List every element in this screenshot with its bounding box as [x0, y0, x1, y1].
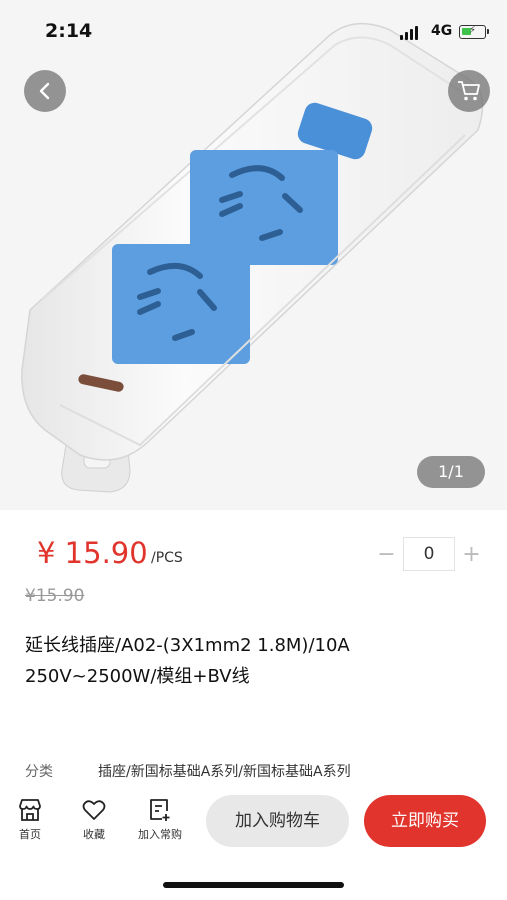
- nav-add-frequent[interactable]: 加入常购: [130, 798, 190, 842]
- product-title: 延长线插座/A02-(3X1mm2 1.8M)/10A 250V~2500W/模…: [25, 635, 350, 687]
- add-to-cart-button[interactable]: 加入购物车: [206, 795, 349, 847]
- status-bar: 2:14 4G ⚡: [0, 0, 507, 62]
- home-indicator: [163, 882, 344, 888]
- chevron-left-icon: [39, 82, 50, 100]
- product-image[interactable]: 1/1: [0, 0, 507, 510]
- quantity-stepper: − 0 +: [370, 535, 488, 573]
- network-type: 4G: [431, 23, 453, 39]
- battery-icon: ⚡: [459, 25, 489, 39]
- signal-icon: [400, 26, 418, 40]
- category-label: 分类: [25, 764, 53, 780]
- category-row: 分类 插座/新国标基础A系列/新国标基础A系列: [25, 761, 351, 781]
- status-time: 2:14: [45, 20, 93, 42]
- decrease-button[interactable]: −: [370, 542, 403, 567]
- back-button[interactable]: [24, 70, 66, 112]
- price-unit: /PCS: [151, 550, 183, 566]
- store-icon: [19, 799, 41, 821]
- nav-home[interactable]: 首页: [0, 798, 60, 842]
- bottom-action-bar: 首页 收藏 加入常购 加入购物车 立即购买: [0, 790, 507, 860]
- nav-home-label: 首页: [19, 828, 41, 841]
- buy-now-button[interactable]: 立即购买: [364, 795, 486, 847]
- nav-add-frequent-label: 加入常购: [138, 828, 182, 841]
- nav-favorite[interactable]: 收藏: [64, 798, 124, 842]
- nav-favorite-label: 收藏: [83, 828, 105, 841]
- product-price: ¥ 15.90: [37, 536, 148, 570]
- original-price: ¥15.90: [25, 586, 85, 606]
- category-value: 插座/新国标基础A系列/新国标基础A系列: [98, 764, 351, 780]
- cart-button[interactable]: [448, 70, 490, 112]
- add-list-icon: [150, 799, 170, 821]
- image-pager: 1/1: [417, 456, 485, 488]
- shopping-cart-icon: [458, 81, 480, 101]
- increase-button[interactable]: +: [455, 542, 488, 567]
- heart-icon: [82, 800, 106, 820]
- quantity-input[interactable]: 0: [403, 537, 455, 571]
- power-strip-illustration: [21, 22, 484, 493]
